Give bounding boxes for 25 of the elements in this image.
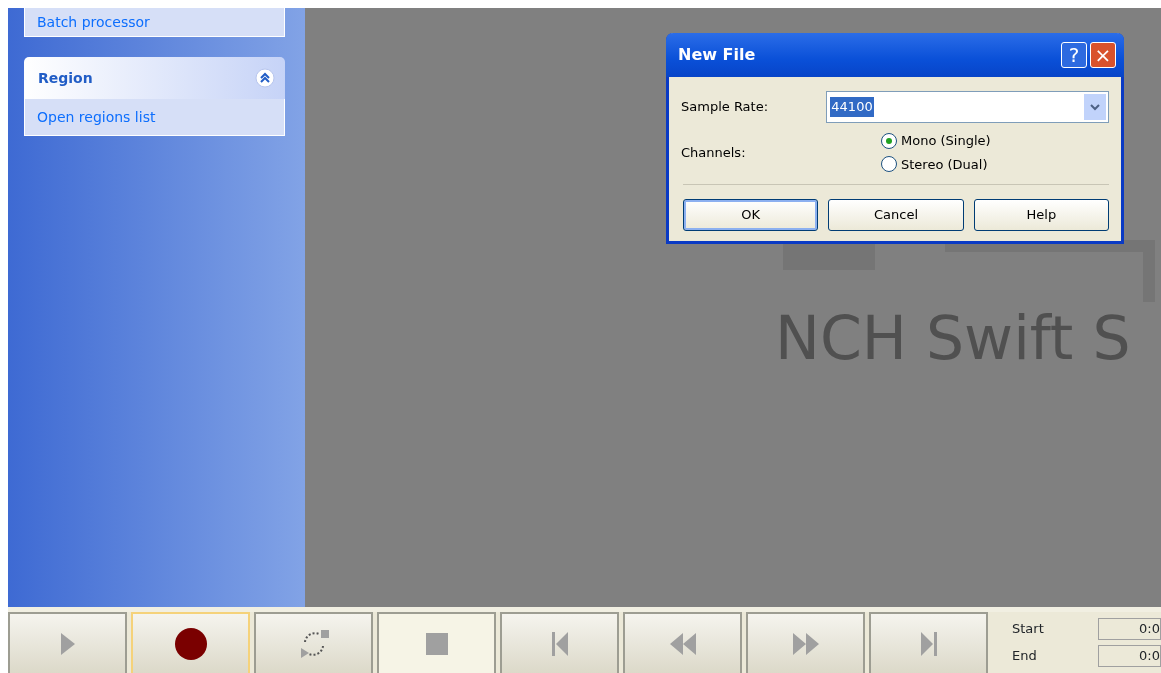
dialog-button[interactable]: Help xyxy=(973,199,1109,231)
field-label: Channels: xyxy=(681,143,747,162)
rewind-icon xyxy=(668,631,697,656)
field-label: End xyxy=(1012,647,1038,666)
transport-button[interactable] xyxy=(131,612,250,673)
radio-option[interactable]: Mono (Single) xyxy=(881,131,991,151)
skip-back-icon xyxy=(551,630,568,657)
field-label: Start xyxy=(1012,620,1045,639)
dialog-button[interactable]: Cancel xyxy=(828,199,964,231)
radio-option[interactable]: Stereo (Dual) xyxy=(881,154,991,174)
dialog-button[interactable]: OK xyxy=(683,199,819,231)
close-button[interactable]: × xyxy=(1090,42,1116,68)
panel-title: Region xyxy=(38,68,93,88)
fast-forward-icon xyxy=(791,631,820,656)
time-field[interactable]: 0:0 xyxy=(1098,645,1161,667)
help-button[interactable]: ? xyxy=(1061,42,1087,68)
skip-forward-icon xyxy=(920,630,937,657)
time-field[interactable]: 0:0 xyxy=(1098,618,1161,640)
dialog-title: New File xyxy=(678,44,756,66)
field-label: Sample Rate: xyxy=(681,98,770,117)
sample-rate-field[interactable]: 44100 xyxy=(826,91,1109,123)
stop-icon xyxy=(425,632,448,655)
record-icon xyxy=(173,626,208,661)
collapse-icon[interactable] xyxy=(255,68,275,88)
play-icon xyxy=(58,630,77,657)
